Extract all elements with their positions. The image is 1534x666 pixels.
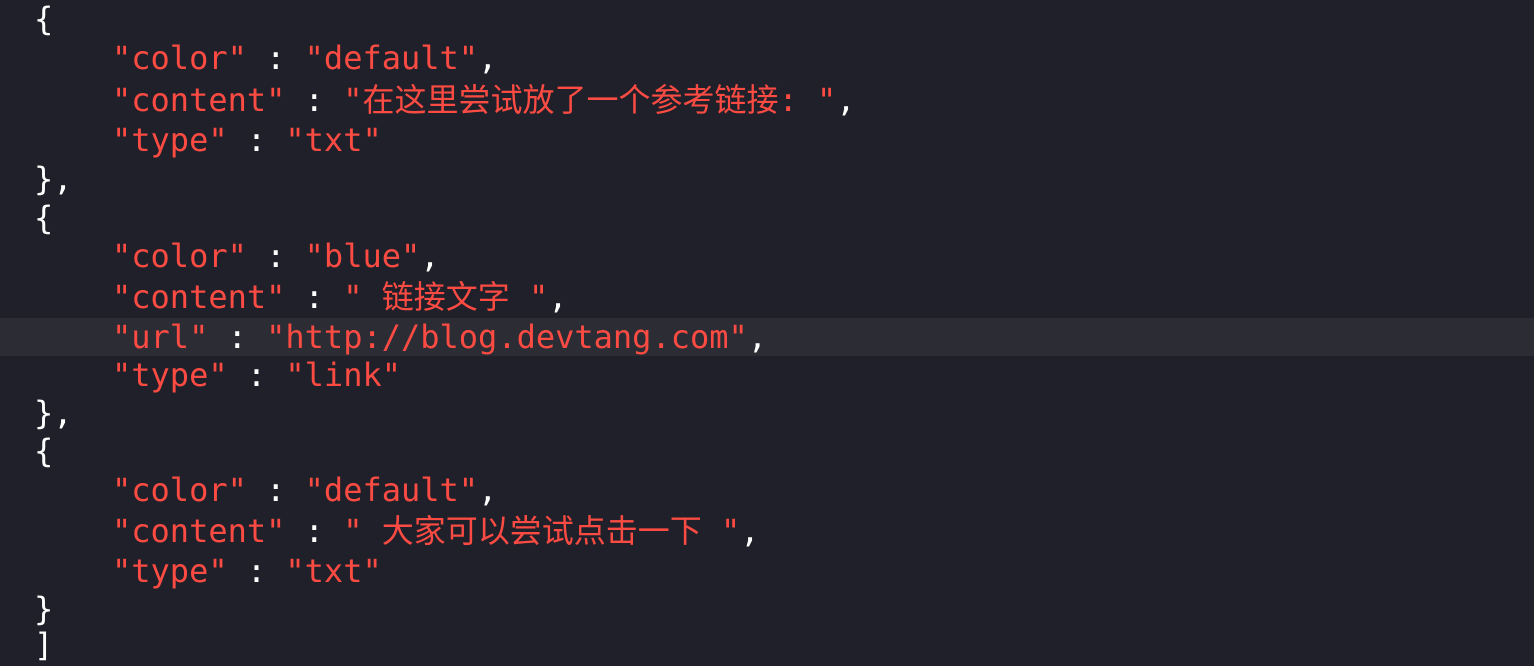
key-value-pair: "color" : "default", [112, 471, 497, 509]
json-key: "color" [112, 237, 247, 275]
key-value-pair: "content" : "在这里尝试放了一个参考链接: ", [112, 81, 856, 119]
code-line[interactable]: "type" : "txt" [0, 121, 1534, 159]
json-value: "txt" [285, 121, 382, 159]
json-key: "type" [112, 552, 228, 590]
json-value: "link" [285, 356, 401, 394]
key-value-pair: "color" : "blue", [112, 237, 440, 275]
comma: , [478, 471, 498, 509]
json-key: "type" [112, 356, 228, 394]
colon: : [227, 121, 286, 159]
json-key: "url" [112, 318, 209, 356]
colon: : [246, 471, 305, 509]
json-value: "blue" [304, 237, 421, 275]
key-value-pair: "type" : "txt" [112, 552, 382, 590]
brace-close: }, [34, 160, 73, 198]
key-value-pair: "content" : " 大家可以尝试点击一下 ", [112, 512, 760, 550]
key-value-pair: "type" : "txt" [112, 121, 382, 159]
json-value: "txt" [285, 552, 382, 590]
json-key: "content" [112, 81, 286, 119]
json-key: "color" [112, 471, 247, 509]
key-value-pair: "url" : "http://blog.devtang.com", [112, 318, 767, 356]
key-value-pair: "type" : "link" [112, 356, 401, 394]
code-line[interactable]: { [0, 432, 1534, 470]
colon: : [285, 81, 344, 119]
json-value: "在这里尝试放了一个参考链接: " [343, 81, 837, 119]
json-value: "http://blog.devtang.com" [266, 318, 748, 356]
colon: : [227, 356, 286, 394]
code-line[interactable]: "type" : "txt" [0, 552, 1534, 590]
code-line[interactable]: { [0, 0, 1534, 38]
code-line[interactable]: }, [0, 160, 1534, 198]
brace-open: { [34, 0, 54, 38]
json-key: "content" [112, 512, 286, 550]
json-value: "default" [304, 39, 479, 77]
code-line[interactable]: "color" : "blue", [0, 237, 1534, 275]
code-line[interactable]: }, [0, 394, 1534, 432]
brace-open: { [34, 199, 54, 237]
json-key: "color" [112, 39, 247, 77]
code-line[interactable]: "content" : " 链接文字 ", [0, 278, 1534, 316]
brace-close: }, [34, 394, 73, 432]
colon: : [285, 512, 344, 550]
comma: , [747, 318, 768, 356]
bracket-close: ] [34, 626, 54, 664]
json-value: " 链接文字 " [343, 278, 549, 316]
brace-open: { [34, 432, 54, 470]
comma: , [836, 81, 856, 119]
code-line[interactable]: "type" : "link" [0, 356, 1534, 394]
code-line[interactable]: "content" : "在这里尝试放了一个参考链接: ", [0, 81, 1534, 119]
code-line[interactable]: ] [0, 626, 1534, 664]
colon: : [208, 318, 267, 356]
code-line[interactable]: "color" : "default", [0, 39, 1534, 77]
comma: , [420, 237, 440, 275]
json-value: "default" [304, 471, 479, 509]
current-line-highlight[interactable]: "url" : "http://blog.devtang.com", [0, 318, 1534, 356]
json-key: "content" [112, 278, 286, 316]
code-line[interactable]: "color" : "default", [0, 471, 1534, 509]
comma: , [478, 39, 498, 77]
brace-close: } [34, 590, 54, 628]
code-line[interactable]: } [0, 590, 1534, 628]
key-value-pair: "content" : " 链接文字 ", [112, 278, 568, 316]
key-value-pair: "color" : "default", [112, 39, 497, 77]
colon: : [227, 552, 286, 590]
json-value: " 大家可以尝试点击一下 " [343, 512, 741, 550]
code-editor[interactable]: { "color" : "default", "content" : "在这里尝… [0, 0, 1534, 666]
comma: , [548, 278, 568, 316]
colon: : [246, 237, 305, 275]
code-line[interactable]: { [0, 199, 1534, 237]
colon: : [246, 39, 305, 77]
comma: , [740, 512, 760, 550]
code-line[interactable]: "content" : " 大家可以尝试点击一下 ", [0, 512, 1534, 550]
json-key: "type" [112, 121, 228, 159]
colon: : [285, 278, 344, 316]
